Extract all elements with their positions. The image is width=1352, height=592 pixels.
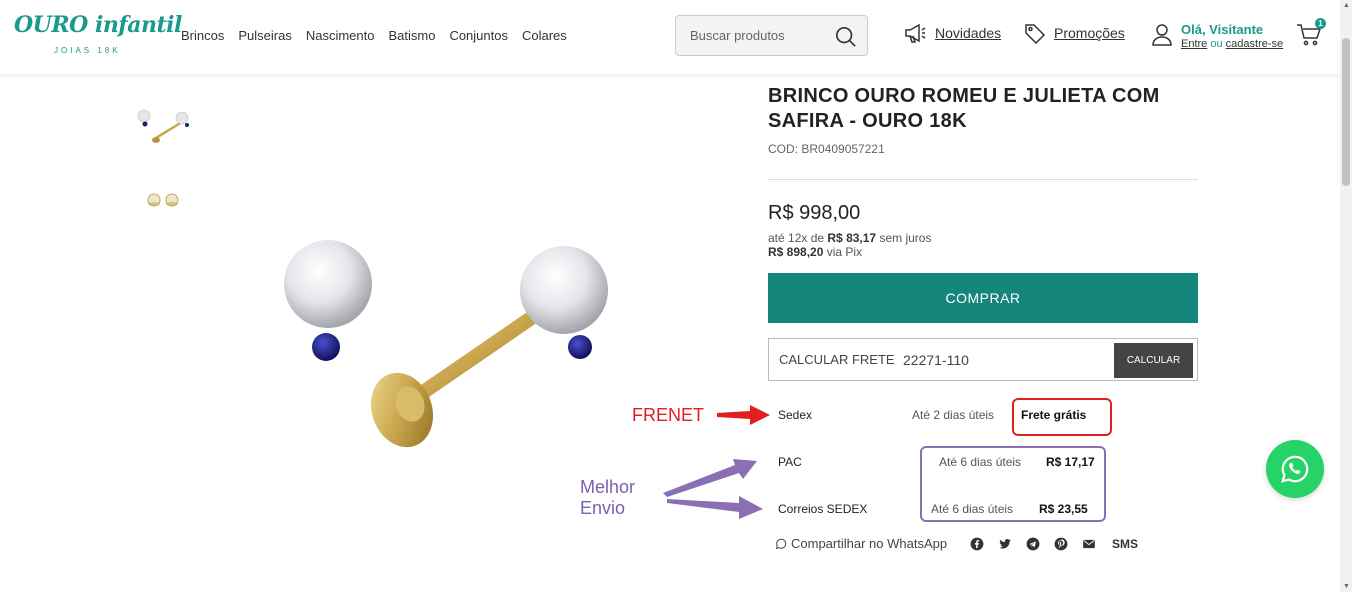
share-whatsapp-link[interactable]: Compartilhar no WhatsApp [775, 536, 947, 551]
share-sms-link[interactable]: SMS [1112, 537, 1138, 551]
share-whatsapp-label: Compartilhar no WhatsApp [791, 536, 948, 551]
promocoes-link[interactable]: Promoções [1024, 22, 1125, 44]
megaphone-icon [905, 23, 926, 43]
buy-button[interactable]: COMPRAR [768, 273, 1198, 323]
promocoes-label: Promoções [1054, 25, 1125, 41]
site-logo[interactable]: OURO infantil JOIAS 18K [14, 12, 182, 60]
whatsapp-float-button[interactable] [1266, 440, 1324, 498]
email-icon[interactable] [1082, 537, 1096, 551]
twitter-icon[interactable] [998, 537, 1012, 551]
site-header: OURO infantil JOIAS 18K Brincos Pulseira… [0, 0, 1340, 74]
product-main-image[interactable] [262, 210, 722, 480]
search-input[interactable] [676, 16, 831, 55]
main-nav: Brincos Pulseiras Nascimento Batismo Con… [181, 28, 567, 43]
product-thumbnail-1[interactable] [134, 100, 194, 150]
nav-brincos[interactable]: Brincos [181, 28, 224, 43]
pix-suffix: via Pix [826, 245, 863, 259]
divider [768, 179, 1198, 180]
nav-colares[interactable]: Colares [522, 28, 567, 43]
shipping-option-correios-sedex-name: Correios SEDEX [778, 502, 868, 516]
product-price: R$ 998,00 [768, 202, 861, 224]
nav-conjuntos[interactable]: Conjuntos [449, 28, 508, 43]
earring-thumbnail-image [137, 109, 189, 143]
shipping-option-sedex-time: Até 2 dias úteis [912, 408, 995, 422]
installments-prefix: até 12x de [768, 231, 825, 245]
cart-count-badge: 1 [1315, 18, 1326, 29]
search-icon[interactable] [835, 26, 857, 48]
pix-price-info: R$ 898,20 via Pix [768, 245, 862, 259]
user-auth-links: Entre ou cadastre-se [1181, 38, 1283, 50]
installments-suffix: sem juros [879, 231, 932, 245]
scroll-down-icon[interactable]: ▼ [1343, 583, 1350, 590]
melhor-envio-highlight-box [920, 446, 1106, 522]
telegram-icon[interactable] [1026, 537, 1040, 551]
user-greeting: Olá, Visitante [1181, 22, 1264, 37]
annotation-arrows [663, 405, 770, 519]
melhor-envio-line-2: Envio [580, 498, 626, 518]
cep-input[interactable] [897, 346, 1097, 374]
scroll-up-icon[interactable]: ▲ [1343, 2, 1350, 9]
page-scrollbar[interactable]: ▲ ▼ [1340, 0, 1352, 592]
melhor-envio-annotation: Melhor Envio [580, 477, 635, 519]
nav-nascimento[interactable]: Nascimento [306, 28, 375, 43]
nav-batismo[interactable]: Batismo [388, 28, 435, 43]
nav-pulseiras[interactable]: Pulseiras [238, 28, 291, 43]
shipping-calculator: CALCULAR FRETE CALCULAR [768, 338, 1198, 381]
or-text: ou [1210, 38, 1223, 50]
melhor-envio-line-1: Melhor [580, 477, 636, 497]
frenet-highlight-box [1012, 398, 1112, 436]
shipping-calc-label: CALCULAR FRETE [779, 352, 895, 367]
product-code: COD: BR0409057221 [768, 142, 885, 156]
calculate-shipping-button[interactable]: CALCULAR [1114, 343, 1193, 378]
novidades-link[interactable]: Novidades [903, 22, 1001, 44]
scrollbar-thumb[interactable] [1342, 38, 1350, 186]
installments-value: R$ 83,17 [827, 231, 877, 245]
tag-icon [1025, 24, 1046, 44]
register-link[interactable]: cadastre-se [1226, 38, 1283, 50]
product-thumbnail-2[interactable] [134, 180, 194, 230]
user-account: Olá, Visitante Entre ou cadastre-se [1152, 22, 1292, 54]
product-title: BRINCO OURO ROMEU E JULIETA COM SAFIRA -… [768, 85, 1160, 132]
logo-main-text: OURO infantil [14, 12, 182, 38]
whatsapp-icon [775, 538, 787, 549]
user-icon[interactable] [1152, 24, 1172, 46]
whatsapp-icon [1281, 455, 1309, 483]
installments-info: até 12x de R$ 83,17 sem juros [768, 231, 931, 245]
novidades-label: Novidades [935, 25, 1002, 41]
facebook-icon[interactable] [970, 537, 984, 551]
logo-sub-text: JOIAS 18K [54, 46, 121, 55]
pix-value: R$ 898,20 [768, 245, 824, 259]
pinterest-icon[interactable] [1054, 537, 1068, 551]
login-link[interactable]: Entre [1181, 38, 1207, 50]
search-box [675, 15, 868, 56]
earring-thumbnail-image [147, 193, 179, 207]
